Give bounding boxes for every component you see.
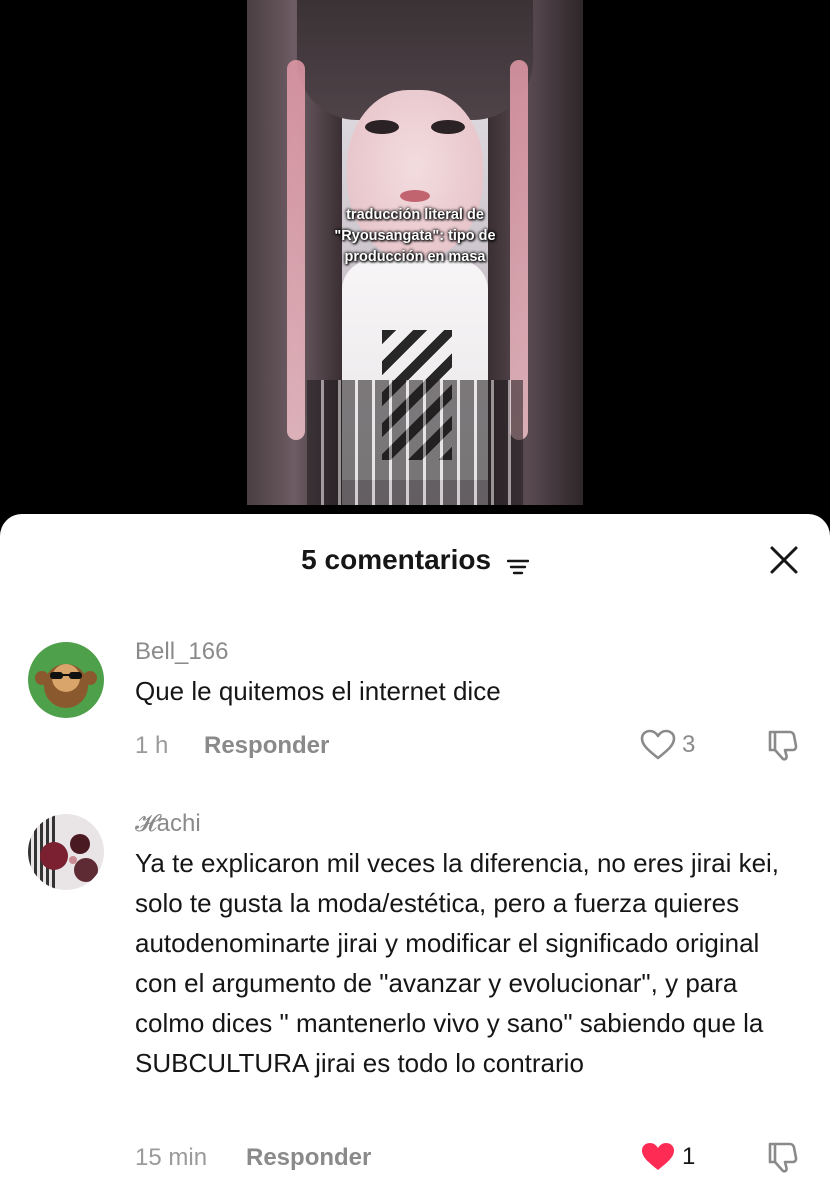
comment-item: 𝓗achi Ya te explicaron mil veces la dife… — [0, 806, 830, 1200]
comment-time: 1 h — [135, 732, 169, 759]
like-button[interactable]: 1 — [640, 1139, 695, 1175]
like-count: 3 — [682, 731, 696, 758]
caption-line: traducción literal de — [346, 207, 484, 223]
avatar[interactable] — [28, 814, 104, 890]
video-eye-left — [365, 120, 399, 134]
comment-time: 15 min — [135, 1144, 208, 1171]
comment-item: Bell_166 Que le quitemos el internet dic… — [0, 634, 830, 794]
caption-line: "Ryousangata": tipo de — [334, 228, 496, 244]
comments-header: 5 comentarios — [0, 514, 830, 606]
video-caption-overlay: traducción literal de "Ryousangata": tip… — [247, 205, 583, 268]
heart-outline-icon — [640, 729, 676, 760]
comment-text: Ya te explicaron mil veces la diferencia… — [135, 848, 780, 1078]
avatar[interactable] — [28, 642, 104, 718]
video-eye-right — [431, 120, 465, 134]
close-icon[interactable] — [768, 544, 800, 576]
dislike-icon[interactable] — [764, 727, 800, 763]
comments-sheet: 5 comentarios Bell_166 Que le quitemos e… — [0, 514, 830, 1200]
video-frame[interactable]: traducción literal de "Ryousangata": tip… — [247, 0, 583, 505]
video-jacket — [307, 380, 523, 505]
comment-username[interactable]: Bell_166 — [135, 638, 228, 666]
filter-icon[interactable] — [506, 551, 530, 574]
caption-line: producción en masa — [344, 249, 486, 265]
comments-count-label: 5 comentarios — [301, 544, 492, 575]
comment-text: Que le quitemos el internet dice — [135, 676, 501, 706]
heart-filled-icon — [642, 1143, 674, 1170]
reply-button[interactable]: Responder — [204, 732, 329, 760]
video-area[interactable]: traducción literal de "Ryousangata": tip… — [0, 0, 830, 525]
comments-title: 5 comentarios — [0, 544, 830, 576]
video-lips — [400, 190, 430, 202]
comment-username[interactable]: 𝓗achi — [135, 810, 201, 838]
like-button[interactable]: 3 — [640, 727, 695, 763]
reply-button[interactable]: Responder — [246, 1144, 371, 1172]
like-count: 1 — [682, 1143, 696, 1170]
dislike-icon[interactable] — [764, 1139, 800, 1175]
